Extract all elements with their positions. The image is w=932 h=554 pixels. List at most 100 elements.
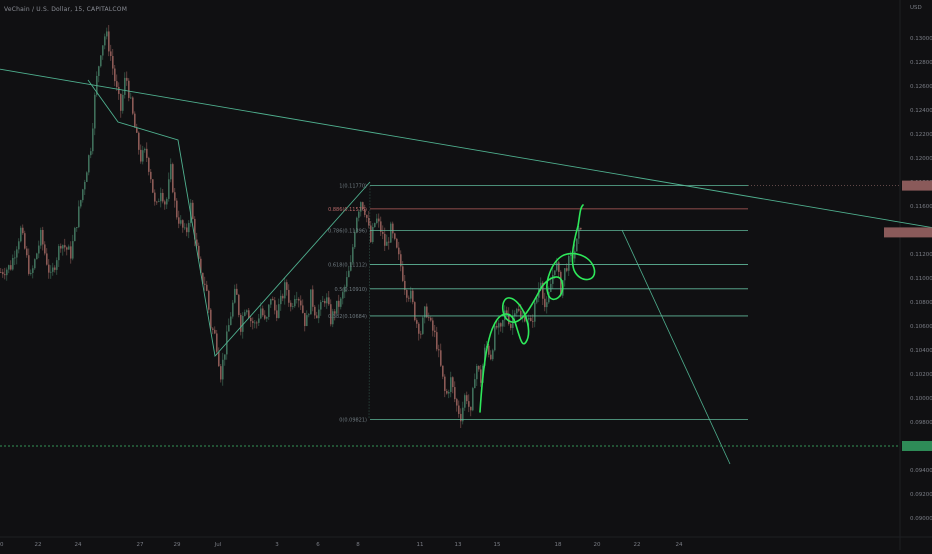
candle-body — [182, 220, 184, 228]
x-tick-label: 24 — [676, 542, 683, 548]
candle-body — [480, 369, 482, 383]
candle-body — [420, 333, 422, 335]
fib-level-label: 0(0.09821) — [339, 417, 367, 423]
candle-body — [62, 245, 64, 249]
candle-body — [316, 315, 318, 319]
candle-body — [396, 238, 398, 248]
candle-body — [348, 270, 350, 278]
y-tick-label: 0.12200 — [910, 132, 932, 138]
candle-body — [238, 294, 240, 315]
candle-body — [38, 245, 40, 254]
candle-body — [518, 308, 520, 311]
candle-body — [146, 148, 148, 158]
candle-body — [14, 257, 16, 259]
candle-body — [318, 309, 320, 319]
candle-body — [282, 295, 284, 299]
candle-body — [228, 325, 230, 332]
candle-body — [130, 97, 132, 99]
x-tick-label: Jul — [214, 542, 222, 548]
candle-body — [402, 266, 404, 281]
price-chart[interactable]: 0.13000 0.12800 0.12600 0.12400 0.12200 0.120… — [0, 0, 932, 550]
candle-body — [164, 201, 166, 205]
candle-body — [162, 192, 164, 202]
candle-body — [342, 292, 344, 299]
candle-body — [520, 310, 522, 319]
candle-body — [432, 320, 434, 331]
x-tick-label: 24 — [75, 542, 82, 548]
candle-body — [56, 260, 58, 270]
candle-body — [252, 321, 254, 323]
candle-body — [120, 93, 122, 111]
candle-body — [88, 155, 90, 173]
candle-body — [232, 302, 234, 317]
y-tick-label: 0.12800 — [910, 60, 932, 66]
candle-body — [566, 268, 568, 271]
candle-body — [36, 253, 38, 260]
candle-body — [166, 198, 168, 205]
candle-body — [136, 127, 138, 133]
candles — [0, 24, 582, 428]
y-tick-label: 0.09200 — [910, 492, 932, 498]
y-tick-label: 0.11600 — [910, 204, 932, 210]
candle-body — [270, 298, 272, 305]
candle-body — [74, 228, 76, 242]
x-tick-label: 6 — [316, 542, 320, 548]
candle-body — [184, 227, 186, 229]
candle-body — [496, 325, 498, 328]
candle-body — [302, 305, 304, 313]
candle-body — [208, 290, 210, 310]
candle-body — [246, 310, 248, 313]
candle-body — [122, 94, 124, 111]
candle-body — [212, 328, 214, 330]
candle-body — [66, 247, 68, 250]
candle-body — [490, 354, 492, 360]
price-tag — [902, 441, 932, 451]
candle-body — [72, 241, 74, 259]
symbol-title: VeChain / U.S. Dollar, 15, CAPITALCOM — [4, 6, 128, 13]
candle-body — [178, 217, 180, 224]
candle-body — [556, 262, 558, 271]
candle-body — [368, 217, 370, 226]
candle-body — [22, 227, 24, 234]
y-tick-label: 0.12400 — [910, 108, 932, 114]
candle-body — [268, 304, 270, 317]
candle-body — [240, 314, 242, 332]
trendline-price-tag — [884, 227, 902, 238]
fib-level-label: 0.618(0.11112) — [328, 263, 367, 269]
candle-body — [6, 269, 8, 276]
chart-area[interactable]: 0.13000 0.12800 0.12600 0.12400 0.12200 0.120… — [0, 0, 932, 550]
candle-body — [266, 316, 268, 319]
candle-body — [340, 298, 342, 307]
candle-body — [138, 132, 140, 150]
candle-body — [442, 365, 444, 377]
candle-body — [288, 289, 290, 303]
candle-body — [428, 317, 430, 319]
candle-body — [214, 329, 216, 334]
candle-body — [338, 300, 340, 307]
x-tick-label: 15 — [494, 542, 501, 548]
candle-body — [168, 179, 170, 199]
candle-body — [90, 151, 92, 156]
price-tags — [902, 180, 932, 451]
fib-level-label: 0.382(0.10684) — [328, 314, 367, 320]
candle-body — [286, 282, 288, 290]
x-tick-label: 22 — [634, 542, 641, 548]
fib-level-label: 0.886(0.11576) — [328, 207, 367, 213]
candle-body — [256, 322, 258, 324]
candle-body — [114, 68, 116, 82]
candle-body — [230, 316, 232, 326]
candle-body — [4, 274, 6, 276]
candle-body — [140, 149, 142, 162]
candle-body — [570, 254, 572, 257]
candle-body — [500, 323, 502, 327]
candle-body — [92, 128, 94, 152]
candle-body — [326, 297, 328, 304]
candle-body — [64, 245, 66, 248]
candle-body — [20, 227, 22, 242]
price-tag — [902, 227, 932, 238]
candle-body — [220, 366, 222, 380]
candle-body — [276, 310, 278, 318]
candle-body — [378, 218, 380, 222]
candle-body — [134, 113, 136, 128]
candle-body — [224, 354, 226, 360]
